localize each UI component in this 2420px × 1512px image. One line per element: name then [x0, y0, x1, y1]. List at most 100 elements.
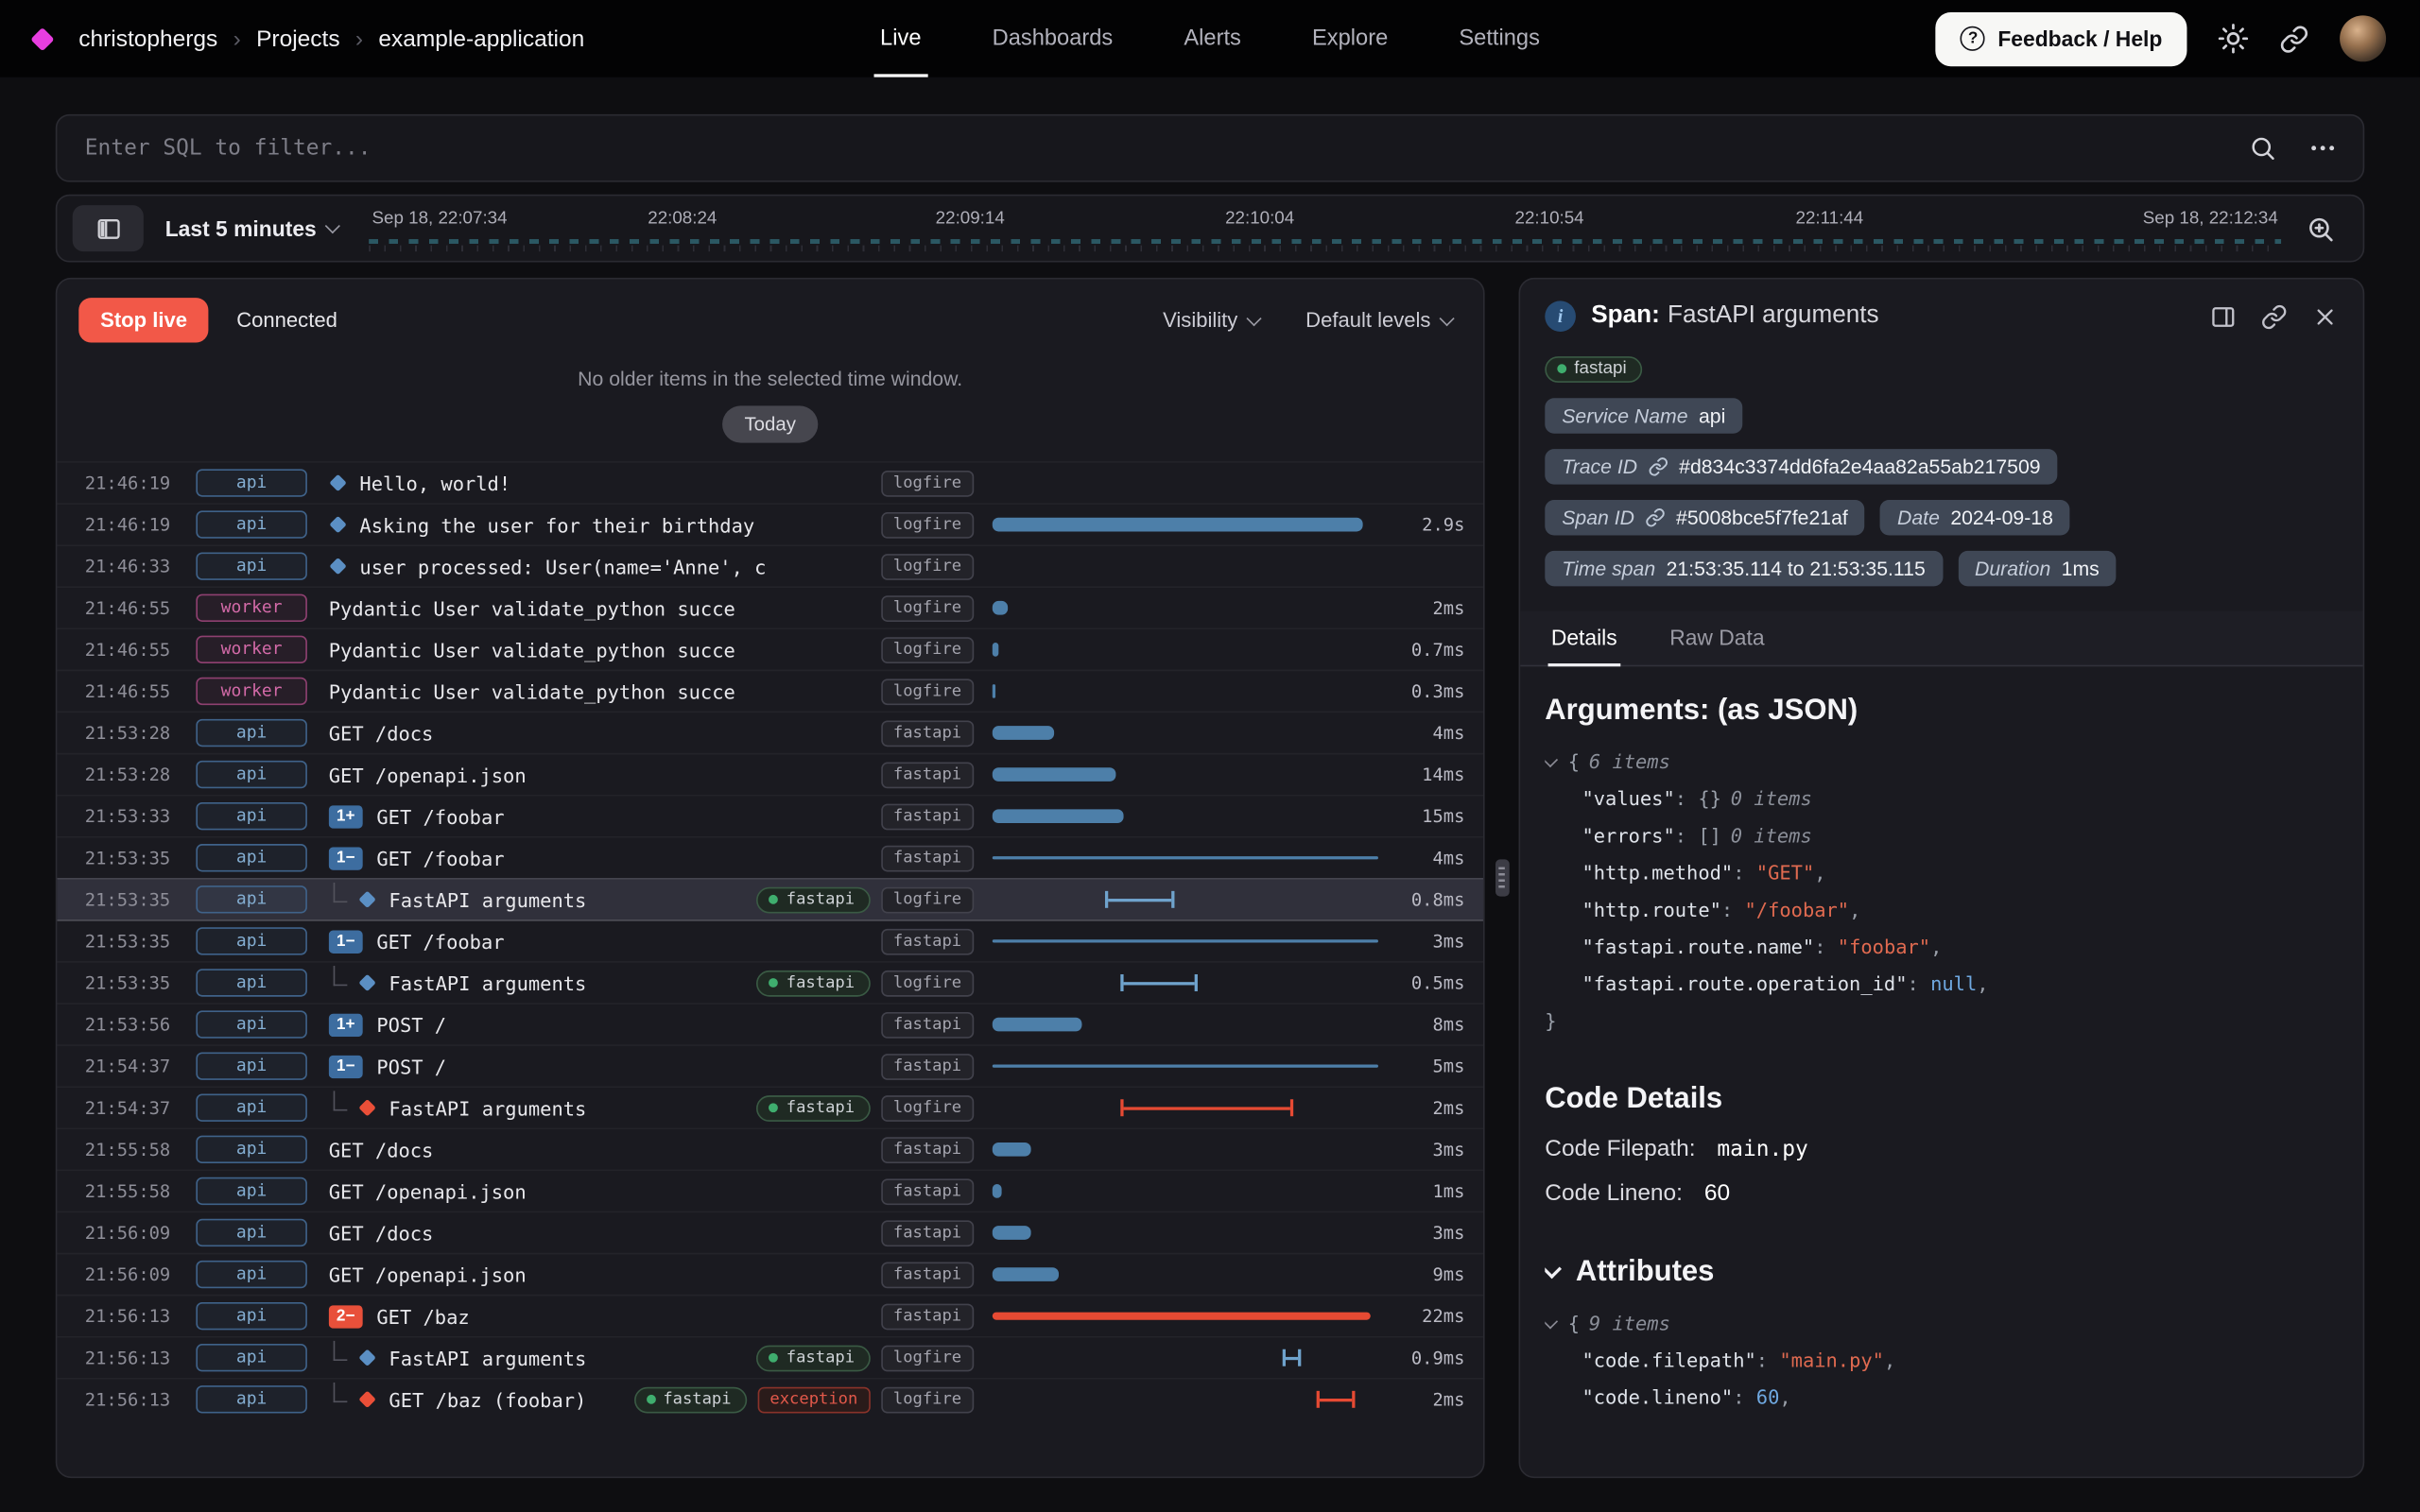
scope-tag-logfire[interactable]: logfire — [881, 679, 974, 705]
open-panel-icon[interactable] — [2210, 303, 2237, 330]
search-icon[interactable] — [2249, 134, 2276, 162]
default-levels-dropdown[interactable]: Default levels — [1305, 309, 1452, 332]
log-row[interactable]: 21:56:13apiGET /baz (foobar)fastapiexcep… — [57, 1378, 1483, 1419]
log-row[interactable]: 21:53:28apiGET /docsfastapi4ms — [57, 712, 1483, 753]
service-tag[interactable]: api — [196, 1177, 307, 1205]
scope-tag-fastapi[interactable]: fastapi — [881, 1220, 974, 1246]
service-tag[interactable]: api — [196, 761, 307, 788]
visibility-dropdown[interactable]: Visibility — [1163, 309, 1259, 332]
children-count-badge[interactable]: 2− — [329, 1304, 363, 1327]
scope-tag-fastapi[interactable]: fastapi — [881, 1053, 974, 1079]
log-row[interactable]: 21:53:35api1−GET /foobarfastapi4ms — [57, 836, 1483, 878]
service-tag[interactable]: api — [196, 469, 307, 496]
service-tag[interactable]: api — [196, 1302, 307, 1330]
service-tag[interactable]: api — [196, 552, 307, 579]
log-row[interactable]: 21:46:55workerPydantic User validate_pyt… — [57, 670, 1483, 712]
log-row[interactable]: 21:53:28apiGET /openapi.jsonfastapi14ms — [57, 753, 1483, 795]
log-row[interactable]: 21:53:35apiFastAPI argumentsfastapilogfi… — [57, 961, 1483, 1003]
log-row[interactable]: 21:55:58apiGET /docsfastapi3ms — [57, 1127, 1483, 1169]
zoom-in-icon[interactable] — [2306, 214, 2335, 243]
time-range-select[interactable]: Last 5 minutes — [165, 216, 338, 241]
tag-fastapi[interactable]: fastapi — [633, 1386, 747, 1413]
log-row[interactable]: 21:53:56api1+POST /fastapi8ms — [57, 1003, 1483, 1044]
nav-item-dashboards[interactable]: Dashboards — [993, 0, 1114, 77]
scope-tag-fastapi[interactable]: fastapi — [881, 720, 974, 747]
log-row[interactable]: 21:55:58apiGET /openapi.jsonfastapi1ms — [57, 1170, 1483, 1211]
log-row[interactable]: 21:46:19apiAsking the user for their bir… — [57, 503, 1483, 544]
tag-exception[interactable]: exception — [757, 1386, 870, 1413]
service-tag[interactable]: api — [196, 1052, 307, 1079]
collapse-icon[interactable] — [1545, 751, 1558, 766]
service-tag[interactable]: api — [196, 1219, 307, 1246]
nav-item-live[interactable]: Live — [880, 0, 921, 77]
scope-tag-logfire[interactable]: logfire — [881, 886, 974, 913]
service-tag[interactable]: api — [196, 927, 307, 954]
scope-tag-fastapi[interactable]: fastapi — [881, 1262, 974, 1288]
scope-tag-logfire[interactable]: logfire — [881, 511, 974, 538]
stop-live-button[interactable]: Stop live — [78, 298, 209, 342]
scope-tag-logfire[interactable]: logfire — [881, 1345, 974, 1371]
scope-tag-fastapi[interactable]: fastapi — [881, 1303, 974, 1330]
logfire-logo-icon[interactable] — [30, 26, 54, 50]
scope-tag-fastapi[interactable]: fastapi — [881, 928, 974, 954]
log-row[interactable]: 21:56:13api2−GET /bazfastapi22ms — [57, 1295, 1483, 1336]
scope-tag-fastapi[interactable]: fastapi — [881, 1011, 974, 1038]
scope-tag-logfire[interactable]: logfire — [881, 1386, 974, 1413]
log-row[interactable]: 21:54:37api1−POST /fastapi5ms — [57, 1044, 1483, 1086]
more-options-icon[interactable] — [2308, 132, 2339, 163]
scope-tag-fastapi[interactable]: fastapi — [881, 845, 974, 871]
children-count-badge[interactable]: 1− — [329, 847, 363, 869]
children-count-badge[interactable]: 1− — [329, 930, 363, 953]
scope-tag-logfire[interactable]: logfire — [881, 594, 974, 621]
scope-tag-logfire[interactable]: logfire — [881, 553, 974, 579]
children-count-badge[interactable]: 1− — [329, 1055, 363, 1077]
scope-tag-fastapi[interactable]: fastapi — [881, 1178, 974, 1205]
log-row[interactable]: 21:53:35api1−GET /foobarfastapi3ms — [57, 919, 1483, 961]
breadcrumb-item[interactable]: example-application — [378, 26, 584, 52]
today-button[interactable]: Today — [723, 405, 818, 442]
scope-tag-logfire[interactable]: logfire — [881, 470, 974, 496]
scope-tag-logfire[interactable]: logfire — [881, 970, 974, 996]
share-link-icon[interactable] — [2279, 24, 2308, 53]
service-tag[interactable]: api — [196, 885, 307, 913]
service-tag[interactable]: api — [196, 844, 307, 871]
service-tag[interactable]: api — [196, 1094, 307, 1122]
service-tag[interactable]: api — [196, 1261, 307, 1288]
feedback-help-button[interactable]: ? Feedback / Help — [1936, 11, 2187, 65]
log-row[interactable]: 21:53:33api1+GET /foobarfastapi15ms — [57, 795, 1483, 836]
collapse-icon[interactable] — [1545, 1313, 1558, 1328]
log-row[interactable]: 21:46:55workerPydantic User validate_pyt… — [57, 586, 1483, 627]
log-row[interactable]: 21:54:37apiFastAPI argumentsfastapilogfi… — [57, 1086, 1483, 1127]
tab-details[interactable]: Details — [1548, 610, 1620, 666]
service-tag[interactable]: worker — [196, 678, 307, 705]
log-row[interactable]: 21:46:19apiHello, world!logfire — [57, 461, 1483, 503]
log-row[interactable]: 21:46:55workerPydantic User validate_pyt… — [57, 627, 1483, 669]
tag-fastapi[interactable]: fastapi — [757, 1094, 871, 1121]
breadcrumb-item[interactable]: Projects — [256, 26, 339, 52]
panel-toggle-button[interactable] — [73, 205, 144, 251]
scope-tag-fastapi[interactable]: fastapi — [881, 762, 974, 788]
scope-tag-logfire[interactable]: logfire — [881, 636, 974, 662]
copy-link-icon[interactable] — [2261, 303, 2288, 330]
tag-fastapi[interactable]: fastapi — [757, 886, 871, 913]
service-tag[interactable]: api — [196, 1010, 307, 1038]
attributes-heading[interactable]: Attributes — [1545, 1255, 2338, 1289]
scope-tag-fastapi[interactable]: fastapi — [881, 1136, 974, 1162]
service-tag[interactable]: api — [196, 1344, 307, 1371]
panel-resizer[interactable] — [1485, 278, 1519, 1478]
service-tag[interactable]: api — [196, 969, 307, 996]
nav-item-alerts[interactable]: Alerts — [1184, 0, 1241, 77]
user-avatar[interactable] — [2340, 15, 2386, 61]
breadcrumb-item[interactable]: christophergs — [78, 26, 217, 52]
tab-raw-data[interactable]: Raw Data — [1667, 610, 1768, 664]
sql-filter-input[interactable] — [82, 134, 2219, 162]
service-tag[interactable]: api — [196, 802, 307, 830]
tag-fastapi[interactable]: fastapi — [757, 970, 871, 996]
theme-toggle-icon[interactable] — [2218, 23, 2249, 54]
children-count-badge[interactable]: 1+ — [329, 1013, 363, 1036]
service-tag[interactable]: api — [196, 510, 307, 538]
log-row[interactable]: 21:56:09apiGET /openapi.jsonfastapi9ms — [57, 1253, 1483, 1295]
tag-fastapi[interactable]: fastapi — [1545, 355, 1642, 382]
nav-item-explore[interactable]: Explore — [1312, 0, 1388, 77]
timeline[interactable]: Sep 18, 22:07:3422:08:2422:09:1422:10:04… — [366, 196, 2284, 261]
